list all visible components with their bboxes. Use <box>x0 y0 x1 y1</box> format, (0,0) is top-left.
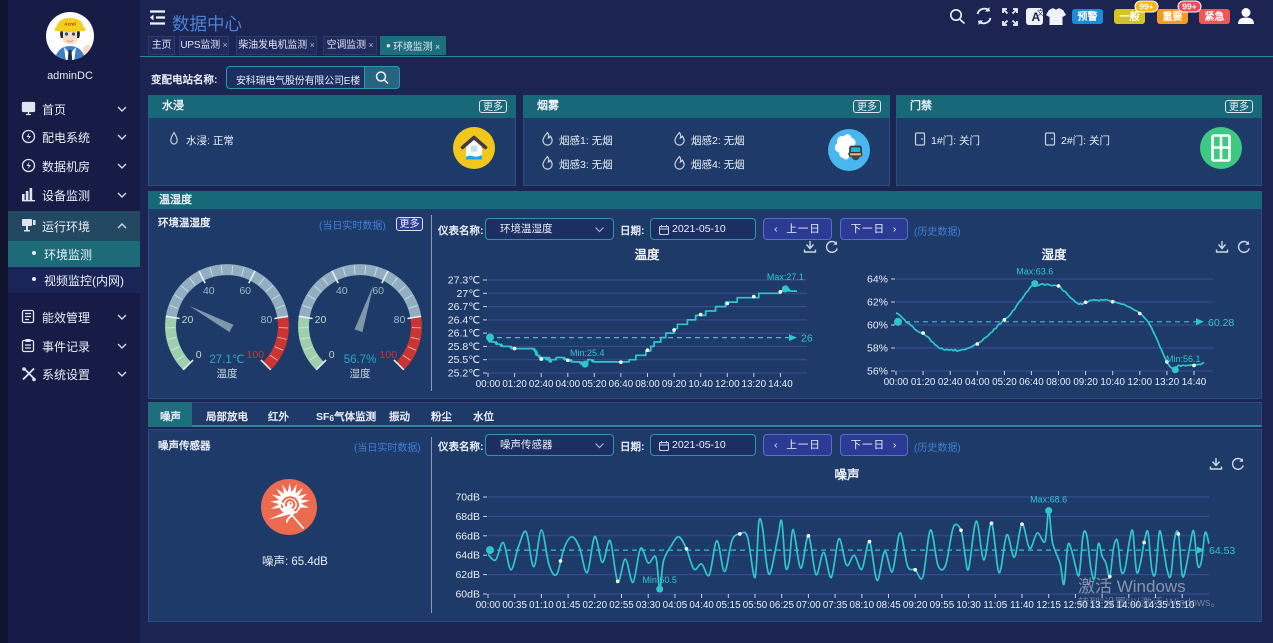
svg-text:预警: 预警 <box>1078 10 1098 23</box>
svg-text:重要: 重要 <box>1163 10 1183 23</box>
svg-text:99+: 99+ <box>1182 2 1196 12</box>
svg-text:一般: 一般 <box>1120 10 1140 23</box>
svg-text:A: A <box>1032 10 1041 24</box>
svg-text:文: 文 <box>1037 8 1044 17</box>
svg-text:紧急: 紧急 <box>1205 10 1225 23</box>
svg-text:Acrel: Acrel <box>64 22 76 27</box>
svg-text:99+: 99+ <box>1139 2 1153 12</box>
